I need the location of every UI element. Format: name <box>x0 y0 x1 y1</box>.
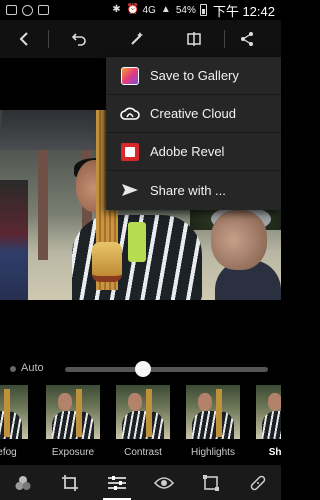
adobe-revel-icon <box>120 142 140 162</box>
bandage-icon <box>250 475 265 490</box>
battery-percent: 54% <box>175 4 196 16</box>
signal-icon: ▲ <box>160 4 171 15</box>
bottom-tool-bar <box>0 465 281 500</box>
preset-label: Highlights <box>191 447 235 458</box>
share-arrow-icon <box>120 180 140 200</box>
preset-thumb[interactable] <box>0 385 28 439</box>
photo-green-card <box>128 222 146 262</box>
network-label: 4G <box>142 4 156 16</box>
preset-thumb[interactable] <box>116 385 170 439</box>
looks-icon <box>15 475 31 490</box>
photo-pillar <box>38 150 48 260</box>
menu-item-label: Adobe Revel <box>150 144 225 159</box>
undo-button[interactable] <box>49 20 109 58</box>
clock: 下午 12:42 <box>212 3 275 19</box>
menu-item-label: Share with ... <box>150 182 226 198</box>
menu-item-label: Save to Gallery <box>150 68 239 83</box>
preview-button[interactable] <box>147 468 181 498</box>
photo-left-person <box>0 180 28 300</box>
photo-elder-person <box>205 206 281 300</box>
preset-label: Contrast <box>124 447 162 458</box>
looks-button[interactable] <box>6 468 40 498</box>
preset-thumb[interactable] <box>256 385 281 439</box>
menu-item-label: Creative Cloud <box>150 106 236 121</box>
eye-icon <box>153 476 174 489</box>
battery-icon <box>199 4 207 16</box>
frame-icon <box>202 474 219 491</box>
crop-icon <box>62 474 79 491</box>
alarm-icon: ⏰ <box>126 4 139 15</box>
status-bar: ✱ ⏰ 4G ▲ 54% 下午 12:42 <box>0 0 281 20</box>
crop-button[interactable] <box>53 468 87 498</box>
gallery-icon <box>120 66 140 86</box>
gallery-icon <box>38 5 49 15</box>
bluetooth-icon: ✱ <box>112 4 121 15</box>
back-button[interactable] <box>0 20 48 58</box>
menu-item-share-with[interactable]: Share with ... <box>106 171 281 209</box>
adjust-slider-row: Auto <box>0 359 281 379</box>
healing-button[interactable] <box>241 468 275 498</box>
magic-wand-icon <box>130 32 143 45</box>
preset-label: Exposure <box>51 447 95 458</box>
messenger-icon <box>22 4 33 16</box>
compare-button[interactable] <box>164 20 224 58</box>
auto-label[interactable]: Auto <box>21 362 44 374</box>
slider-thumb[interactable] <box>135 361 151 377</box>
creative-cloud-icon <box>120 104 140 124</box>
adjust-button[interactable] <box>100 468 134 500</box>
adjust-slider[interactable] <box>65 367 268 372</box>
auto-enhance-button[interactable] <box>109 20 164 58</box>
auto-toggle[interactable] <box>10 366 16 372</box>
frame-button[interactable] <box>194 468 228 498</box>
photo-stick-bundle <box>92 242 122 282</box>
back-chevron-icon <box>19 32 28 46</box>
share-button[interactable] <box>225 20 269 58</box>
compare-icon <box>187 32 201 46</box>
preset-label: Shad <box>268 447 281 458</box>
menu-item-save-to-gallery[interactable]: Save to Gallery <box>106 57 281 95</box>
preset-label: efog <box>0 447 17 458</box>
top-toolbar <box>0 20 281 58</box>
menu-item-adobe-revel[interactable]: Adobe Revel <box>106 133 281 171</box>
undo-icon <box>71 33 86 46</box>
menu-item-creative-cloud[interactable]: Creative Cloud <box>106 95 281 133</box>
share-menu: Save to Gallery Creative Cloud Adobe Rev… <box>106 57 281 210</box>
adjust-sliders-icon <box>108 475 127 490</box>
photo-icon <box>6 5 17 15</box>
preset-thumb[interactable] <box>46 385 100 439</box>
share-icon <box>241 32 253 46</box>
preset-thumb[interactable] <box>186 385 240 439</box>
preset-strip: efog Exposure Contrast Highlights Shad <box>0 385 281 463</box>
